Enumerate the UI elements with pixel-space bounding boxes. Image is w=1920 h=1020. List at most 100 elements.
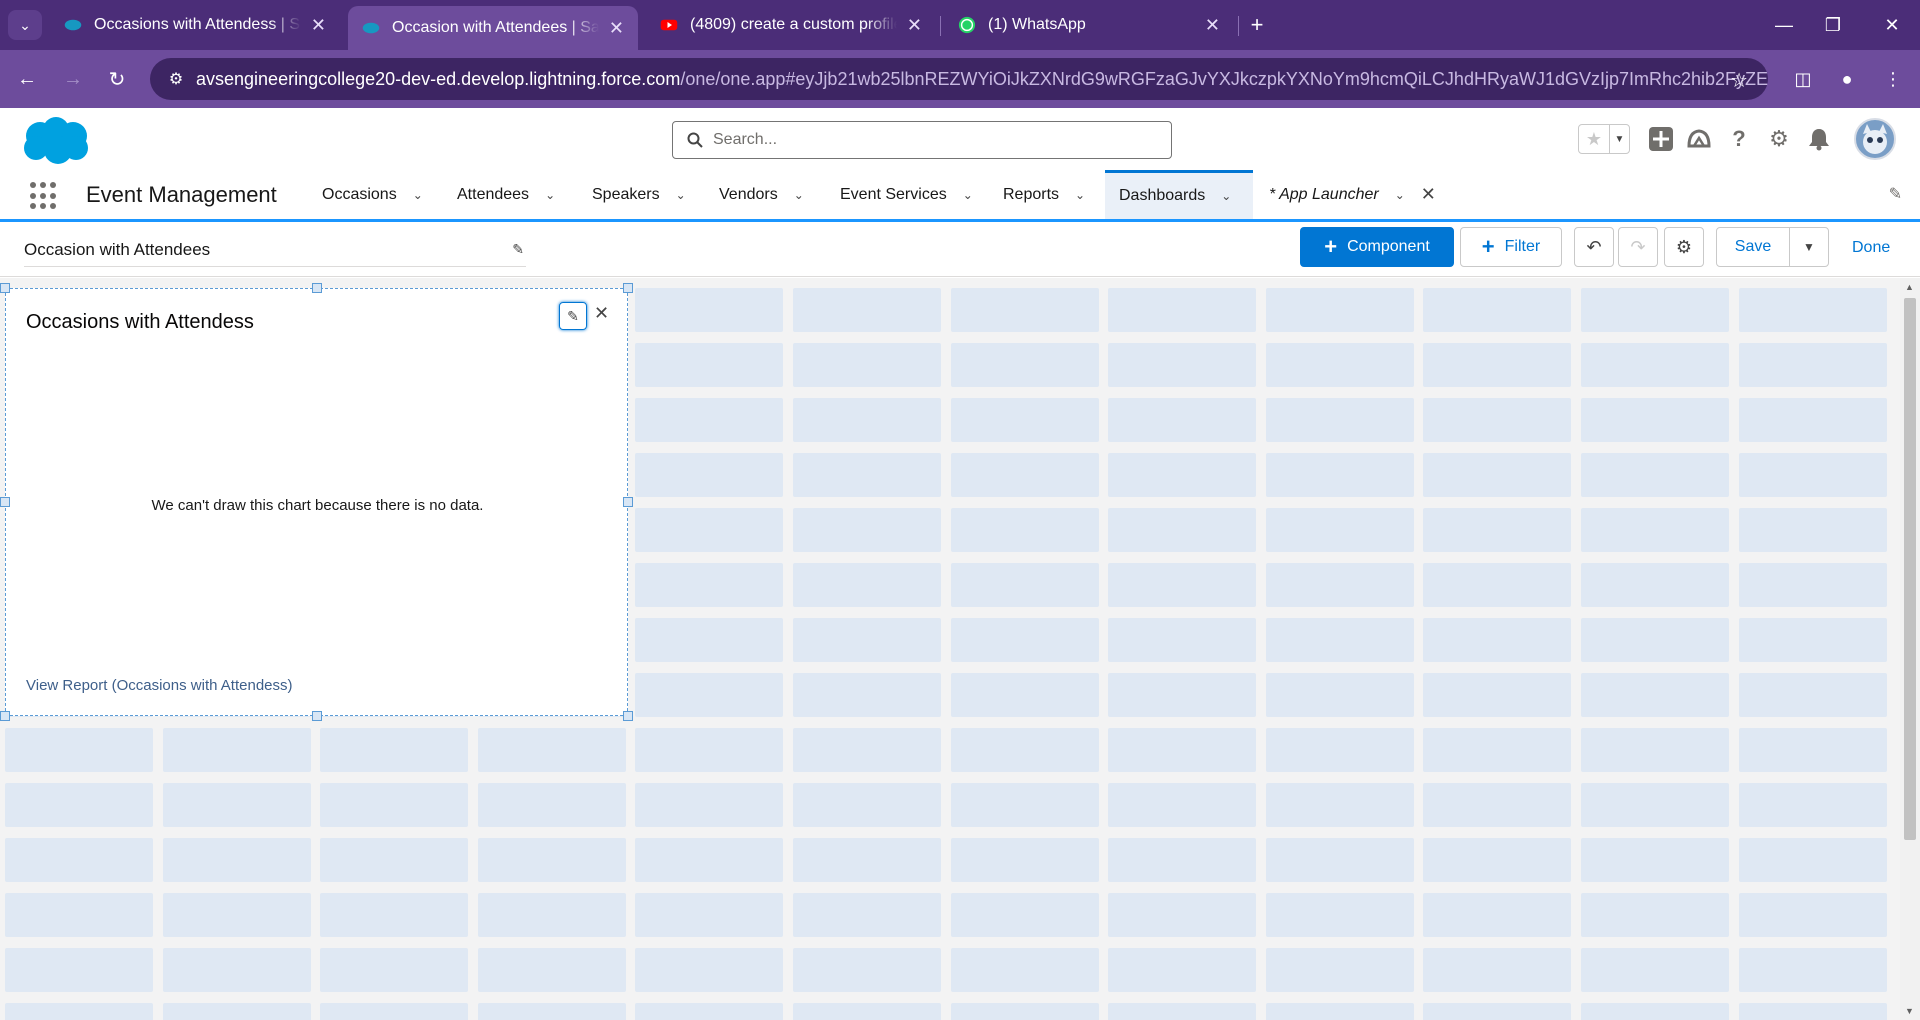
chevron-down-icon[interactable]: ⌄ — [1395, 188, 1405, 202]
close-tab-icon[interactable]: ✕ — [311, 15, 326, 36]
add-filter-button[interactable]: + Filter — [1460, 227, 1562, 267]
close-tab-icon[interactable]: ✕ — [1205, 15, 1220, 36]
nav-item-event-services[interactable]: Event Services ⌄ — [826, 170, 987, 219]
redo-button[interactable]: ↷ — [1618, 227, 1658, 267]
remove-widget-button[interactable]: ✕ — [594, 303, 609, 324]
resize-handle[interactable] — [312, 283, 322, 293]
done-button[interactable]: Done — [1852, 239, 1890, 257]
grid-placeholder-cell — [1738, 288, 1887, 332]
dashboard-title: Occasion with Attendees — [24, 239, 211, 259]
arrow-right-icon: → — [63, 67, 83, 90]
global-search-input[interactable]: Search... — [672, 121, 1172, 159]
grid-placeholder-cell — [1581, 893, 1729, 937]
resize-handle[interactable] — [312, 711, 322, 721]
browser-menu-button[interactable]: ⋮ — [1878, 64, 1908, 94]
chevron-down-icon[interactable]: ⌄ — [545, 188, 555, 202]
nav-item-label: Event Services — [840, 185, 947, 203]
trailhead-button[interactable] — [1682, 122, 1716, 156]
grid-placeholder-cell — [1108, 783, 1257, 827]
grid-placeholder-cell — [1423, 508, 1572, 552]
side-panel-button[interactable]: ◫ — [1788, 64, 1818, 94]
bookmark-star-icon[interactable]: ☆ — [1730, 68, 1748, 93]
chevron-down-icon[interactable]: ⌄ — [1075, 188, 1085, 202]
help-button[interactable]: ? — [1722, 122, 1756, 156]
dashboard-title-field[interactable]: Occasion with Attendees ✎ — [24, 233, 526, 267]
user-avatar[interactable] — [1854, 118, 1896, 160]
nav-item-app-launcher[interactable]: * App Launcher ⌄ ✕ — [1255, 170, 1450, 219]
back-button[interactable]: ← — [12, 64, 42, 94]
nav-item-dashboards[interactable]: Dashboards ⌄ — [1105, 170, 1253, 219]
favorite-star-icon[interactable]: ★ — [1579, 125, 1609, 153]
reload-button[interactable]: ↻ — [102, 64, 132, 94]
scroll-up-icon[interactable]: ▲ — [1905, 282, 1914, 292]
close-tab-icon[interactable]: ✕ — [907, 15, 922, 36]
browser-tab-4[interactable]: (1) WhatsApp ✕ — [944, 6, 1234, 44]
undo-button[interactable]: ↶ — [1574, 227, 1614, 267]
setup-button[interactable]: ⚙ — [1762, 122, 1796, 156]
resize-handle[interactable] — [0, 711, 10, 721]
canvas-scrollbar[interactable]: ▲ ▼ — [1900, 278, 1920, 1020]
grid-placeholder-cell — [1738, 673, 1887, 717]
chevron-down-icon[interactable]: ⌄ — [676, 188, 686, 202]
resize-handle[interactable] — [0, 283, 10, 293]
close-window-button[interactable]: ✕ — [1872, 8, 1912, 42]
edit-widget-button[interactable]: ✎ — [559, 302, 587, 330]
close-tab-icon[interactable]: ✕ — [1421, 184, 1436, 205]
forward-button[interactable]: → — [58, 64, 88, 94]
nav-item-vendors[interactable]: Vendors ⌄ — [705, 170, 818, 219]
address-bar[interactable]: ⚙ avsengineeringcollege20-dev-ed.develop… — [150, 58, 1768, 100]
avatar-icon — [1863, 124, 1887, 154]
global-actions-button[interactable] — [1644, 122, 1678, 156]
save-menu-button[interactable]: ▼ — [1789, 227, 1829, 267]
nav-item-label: Occasions — [322, 185, 397, 203]
add-component-button[interactable]: + Component — [1300, 227, 1454, 267]
browser-tab-1[interactable]: Occasions with Attendess | Sale ✕ — [50, 6, 340, 44]
properties-button[interactable]: ⚙ — [1664, 227, 1704, 267]
url-path: /one/one.app#eyJjb21wb25lbnREZWYiOiJkZXN… — [680, 68, 1768, 89]
grid-placeholder-cell — [5, 783, 153, 827]
tab-search-button[interactable]: ⌄ — [8, 10, 42, 40]
chevron-down-icon[interactable]: ⌄ — [413, 188, 423, 202]
close-tab-icon[interactable]: ✕ — [609, 18, 624, 39]
minimize-button[interactable]: — — [1764, 8, 1804, 42]
pencil-icon[interactable]: ✎ — [512, 241, 524, 258]
nav-item-attendees[interactable]: Attendees ⌄ — [443, 170, 569, 219]
resize-handle[interactable] — [623, 711, 633, 721]
search-icon — [687, 132, 703, 148]
salesforce-logo[interactable] — [18, 116, 92, 166]
browser-tab-2[interactable]: Occasion with Attendees | Sale ✕ — [348, 6, 638, 50]
profile-button[interactable]: ● — [1832, 64, 1862, 94]
grid-placeholder-cell — [635, 728, 784, 772]
edit-nav-icon[interactable]: ✎ — [1889, 184, 1902, 204]
favorites-dropdown-icon[interactable]: ▼ — [1609, 125, 1629, 153]
resize-handle[interactable] — [623, 283, 633, 293]
grid-placeholder-cell — [1738, 343, 1887, 387]
scrollbar-thumb[interactable] — [1904, 298, 1916, 840]
browser-tab-3[interactable]: (4809) create a custom profile ✕ — [646, 6, 936, 44]
nav-item-occasions[interactable]: Occasions ⌄ — [308, 170, 437, 219]
scroll-down-icon[interactable]: ▼ — [1905, 1006, 1914, 1016]
plus-icon: + — [1250, 12, 1264, 37]
app-launcher-icon[interactable] — [30, 182, 58, 210]
chevron-down-icon[interactable]: ⌄ — [963, 188, 973, 202]
notifications-button[interactable] — [1802, 122, 1836, 156]
save-button[interactable]: Save — [1716, 227, 1790, 267]
grid-placeholder-cell — [950, 673, 1099, 717]
grid-placeholder-cell — [1738, 453, 1887, 497]
view-report-link[interactable]: View Report (Occasions with Attendess) — [26, 677, 293, 694]
nav-item-reports[interactable]: Reports ⌄ — [989, 170, 1099, 219]
grid-placeholder-cell — [477, 838, 626, 882]
chevron-down-icon[interactable]: ⌄ — [1221, 189, 1231, 203]
grid-placeholder-cell — [1738, 398, 1887, 442]
chevron-down-icon[interactable]: ⌄ — [794, 188, 804, 202]
restore-button[interactable]: ❐ — [1813, 8, 1853, 42]
tab-title: Occasions with Attendess | Sale — [94, 16, 301, 33]
grid-placeholder-cell — [5, 893, 153, 937]
grid-placeholder-cell — [1265, 453, 1414, 497]
new-tab-button[interactable]: + — [1242, 10, 1272, 40]
add-component-label: Component — [1347, 238, 1430, 255]
site-settings-icon[interactable]: ⚙ — [156, 58, 196, 100]
nav-item-speakers[interactable]: Speakers ⌄ — [578, 170, 700, 219]
dashboard-widget[interactable]: Occasions with Attendess ✎ ✕ We can't dr… — [0, 283, 633, 721]
grid-placeholder-cell — [635, 288, 784, 332]
